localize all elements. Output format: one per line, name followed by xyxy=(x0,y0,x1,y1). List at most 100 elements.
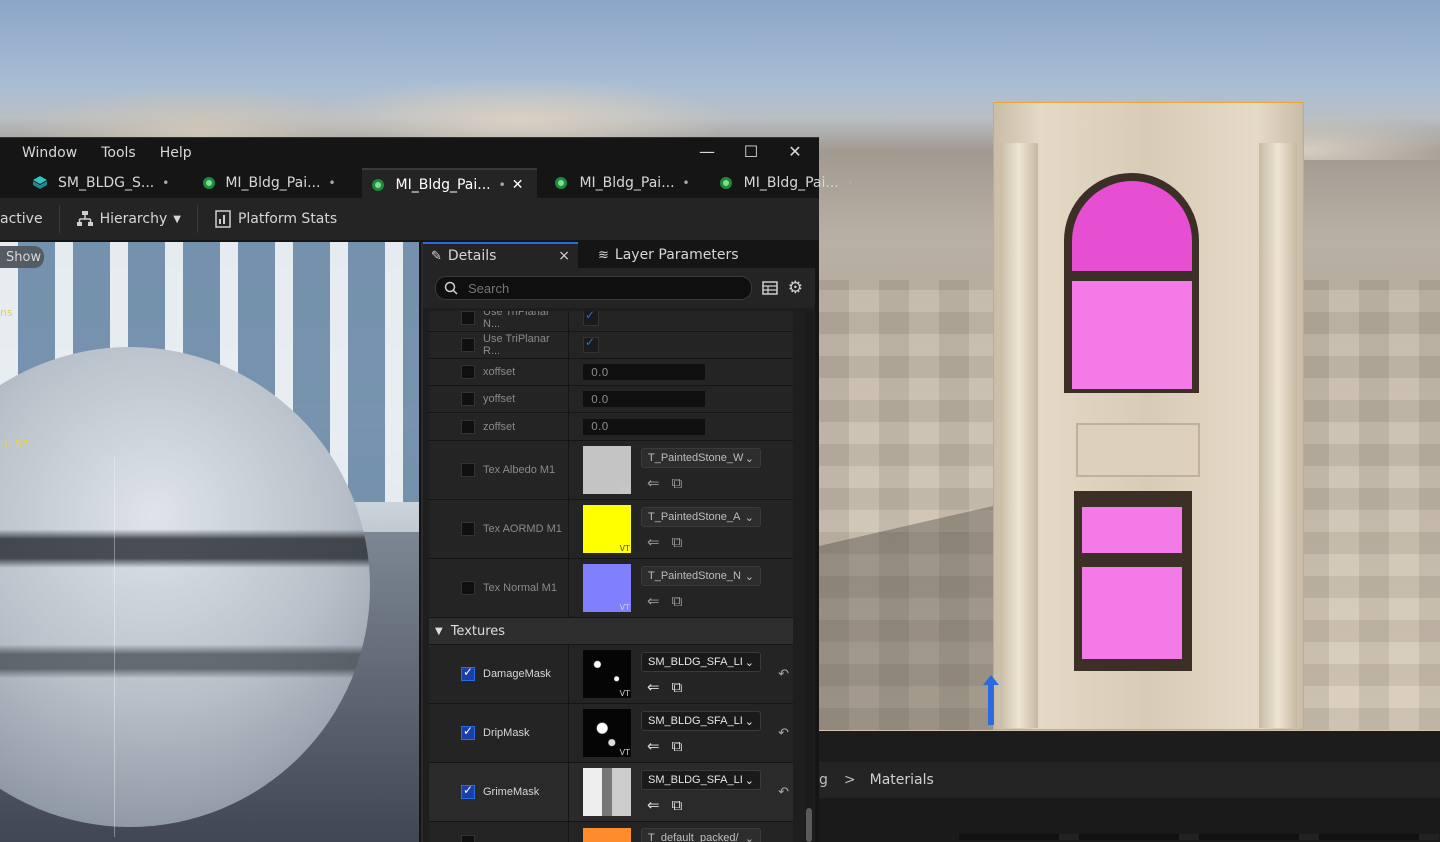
use-selected-icon[interactable]: ⇐ xyxy=(647,796,660,814)
details-scrollbar[interactable] xyxy=(805,311,813,842)
breadcrumb-materials[interactable]: Materials xyxy=(870,772,934,788)
property-label: Tex Normal M1 xyxy=(429,559,569,617)
property-name: xoffset xyxy=(483,366,515,378)
tab-close-icon[interactable]: ✕ xyxy=(512,177,524,193)
reset-to-default-icon[interactable]: ↶ xyxy=(778,726,789,741)
asset-dropdown[interactable]: T_PaintedStone_A⌄ xyxy=(641,507,761,527)
live-toggle-label[interactable]: active xyxy=(0,211,43,227)
override-checkbox[interactable] xyxy=(461,726,475,740)
tab-static-mesh[interactable]: SM_BLDG_S... • xyxy=(0,168,183,198)
upper-glass xyxy=(1072,281,1192,389)
override-checkbox[interactable] xyxy=(461,522,475,536)
platform-stats-button[interactable]: Platform Stats xyxy=(214,210,337,228)
override-checkbox[interactable] xyxy=(461,392,475,406)
asset-dropdown[interactable]: SM_BLDG_SFA_LI⌄ xyxy=(641,770,761,790)
minimize-icon[interactable]: — xyxy=(697,142,717,161)
breadcrumb-prev[interactable]: g xyxy=(819,772,828,788)
zoffset-field[interactable]: 0.0 xyxy=(583,419,705,435)
close-icon[interactable]: × xyxy=(558,248,570,264)
property-name: Use TriPlanar N... xyxy=(483,311,568,330)
albedo-thumbnail[interactable]: VT xyxy=(583,446,631,494)
browse-icon[interactable]: ⧉ xyxy=(672,592,683,610)
override-checkbox[interactable] xyxy=(461,667,475,681)
override-checkbox[interactable] xyxy=(461,463,475,477)
asset-dropdown[interactable]: SM_BLDG_SFA_LI⌄ xyxy=(641,652,761,672)
tab-label: MI_Bldg_Pai... xyxy=(579,175,674,191)
transform-gizmo-z[interactable] xyxy=(988,683,994,725)
browse-icon[interactable]: ⧉ xyxy=(672,474,683,492)
asset-dropdown[interactable]: T_PaintedStone_W⌄ xyxy=(641,448,761,468)
close-icon[interactable]: ✕ xyxy=(785,142,805,161)
aormd-thumbnail[interactable]: VT xyxy=(583,505,631,553)
asset-picker: T_PaintedStone_W⌄ ⇐ ⧉ xyxy=(641,448,761,492)
override-checkbox[interactable] xyxy=(461,338,475,352)
tab-material-instance-active[interactable]: MI_Bldg_Pai... • ✕ xyxy=(362,168,538,200)
tab-material-instance-3[interactable]: MI_Bldg_Pai... • xyxy=(545,168,703,198)
menu-tools[interactable]: Tools xyxy=(101,145,136,161)
asset-dropdown[interactable]: T_default_packed/⌄ xyxy=(641,828,761,842)
override-checkbox[interactable] xyxy=(461,581,475,595)
textures-section-header[interactable]: ▼ Textures xyxy=(429,618,793,645)
use-selected-icon[interactable]: ⇐ xyxy=(647,678,660,696)
tab-details[interactable]: ✎ Details × xyxy=(423,242,578,268)
browse-icon[interactable]: ⧉ xyxy=(672,678,683,696)
property-label: GrimeMask xyxy=(429,763,569,821)
menu-help[interactable]: Help xyxy=(160,145,192,161)
reset-to-default-icon[interactable]: ↶ xyxy=(778,667,789,682)
property-name: DripMask xyxy=(483,727,529,739)
property-row: T_default_packed/⌄ xyxy=(429,822,793,842)
property-row: Use TriPlanar R... xyxy=(429,332,793,359)
xoffset-field[interactable]: 0.0 xyxy=(583,364,705,380)
override-checkbox[interactable] xyxy=(461,420,475,434)
maximize-icon[interactable]: ☐ xyxy=(741,142,761,161)
search-box[interactable] xyxy=(435,276,752,300)
use-selected-icon[interactable]: ⇐ xyxy=(647,737,660,755)
browse-icon[interactable]: ⧉ xyxy=(672,737,683,755)
browse-icon[interactable]: ⧉ xyxy=(672,796,683,814)
property-name: Use TriPlanar R... xyxy=(483,333,568,357)
browse-icon[interactable]: ⧉ xyxy=(672,533,683,551)
property-value xyxy=(569,332,793,358)
override-checkbox[interactable] xyxy=(461,311,475,325)
material-instance-icon xyxy=(370,177,386,193)
grime-mask-thumbnail[interactable]: VT xyxy=(583,768,631,816)
tab-label: MI_Bldg_Pai... xyxy=(744,175,839,191)
drip-mask-thumbnail[interactable]: VT xyxy=(583,709,631,757)
show-button[interactable]: Show xyxy=(0,246,44,268)
damage-mask-thumbnail[interactable]: VT xyxy=(583,650,631,698)
selected-door-mesh[interactable] xyxy=(993,102,1304,730)
material-instance-icon xyxy=(201,175,217,191)
use-selected-icon[interactable]: ⇐ xyxy=(647,533,660,551)
hierarchy-label: Hierarchy xyxy=(100,211,168,227)
gear-icon[interactable]: ⚙ xyxy=(788,278,803,298)
tab-layer-parameters[interactable]: ≋ Layer Parameters xyxy=(590,242,747,268)
tab-material-instance-1[interactable]: MI_Bldg_Pai... • xyxy=(183,168,349,198)
use-selected-icon[interactable]: ⇐ xyxy=(647,592,660,610)
value-checkbox[interactable] xyxy=(583,311,599,326)
chevron-down-icon: ⌄ xyxy=(745,715,754,728)
asset-picker: SM_BLDG_SFA_LI⌄ ⇐ ⧉ xyxy=(641,711,761,755)
table-view-icon[interactable] xyxy=(762,280,778,296)
use-selected-icon[interactable]: ⇐ xyxy=(647,474,660,492)
packed-thumbnail[interactable] xyxy=(583,828,631,842)
material-instance-icon xyxy=(553,175,569,191)
asset-dropdown[interactable]: SM_BLDG_SFA_LI⌄ xyxy=(641,711,761,731)
menu-window[interactable]: Window xyxy=(22,145,77,161)
property-value: 0.0 xyxy=(569,386,793,412)
value-checkbox[interactable] xyxy=(583,337,599,353)
reset-to-default-icon[interactable]: ↶ xyxy=(778,785,789,800)
asset-name: SM_BLDG_SFA_LI xyxy=(648,656,743,668)
preview-viewport[interactable]: Show ns .): 57 xyxy=(0,242,419,842)
yoffset-field[interactable]: 0.0 xyxy=(583,391,705,407)
property-row: GrimeMask VT SM_BLDG_SFA_LI⌄ ⇐ ⧉ ↶ xyxy=(429,763,793,822)
scrollbar-thumb[interactable] xyxy=(806,808,812,842)
override-checkbox[interactable] xyxy=(461,365,475,379)
normal-thumbnail[interactable]: VT xyxy=(583,564,631,612)
asset-tab-bar: SM_BLDG_S... • MI_Bldg_Pai... • MI_Bldg_… xyxy=(0,168,819,198)
hierarchy-button[interactable]: Hierarchy ▼ xyxy=(76,210,181,228)
search-input[interactable] xyxy=(466,280,720,297)
tab-material-instance-4[interactable]: MI_Bldg_Pai... • xyxy=(710,168,868,198)
asset-dropdown[interactable]: T_PaintedStone_N⌄ xyxy=(641,566,761,586)
asset-name: T_PaintedStone_W xyxy=(648,452,743,464)
override-checkbox[interactable] xyxy=(461,785,475,799)
